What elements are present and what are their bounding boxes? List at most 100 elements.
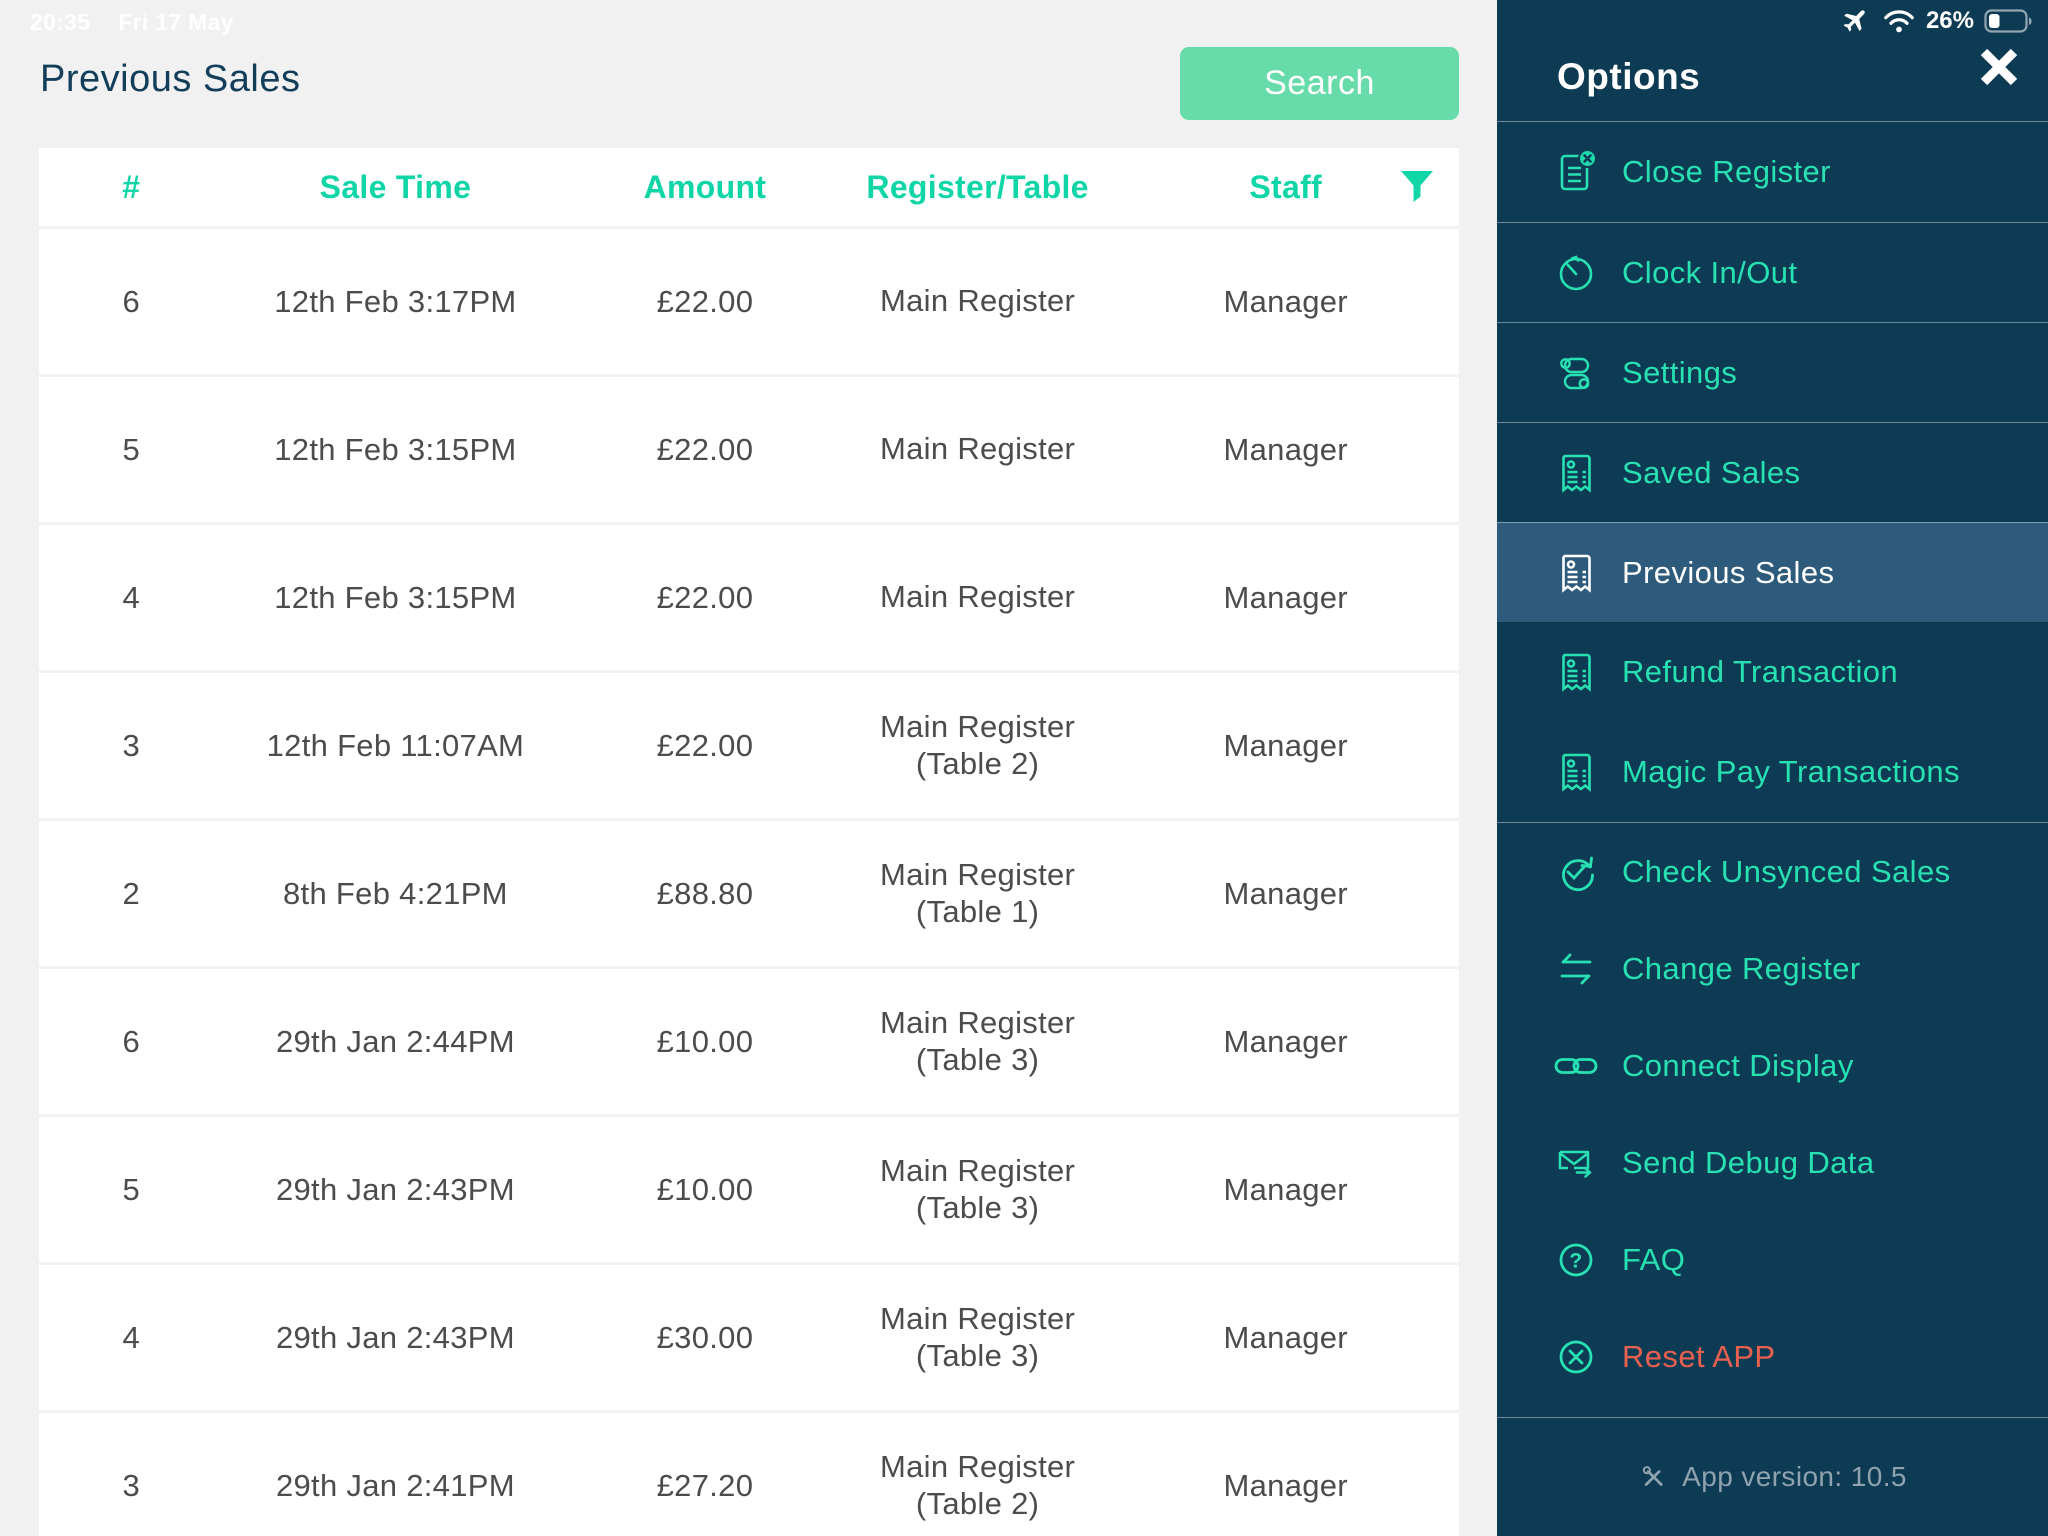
sidebar-item-label: Saved Sales bbox=[1622, 454, 1801, 490]
table-row[interactable]: 4 29th Jan 2:43PM £30.00 Main Register (Tabl… bbox=[39, 1265, 1459, 1410]
tools-icon bbox=[1638, 1462, 1668, 1492]
amount-cell: £22.00 bbox=[656, 579, 754, 615]
sidebar-item-label: Check Unsynced Sales bbox=[1622, 853, 1951, 889]
screen: 20:35 Fri 17 May Previous Sales Search #… bbox=[0, 0, 2048, 1536]
sale-time-cell: 8th Feb 4:21PM bbox=[283, 875, 508, 911]
table-row[interactable]: 3 12th Feb 11:07AM £22.00 Main Register (Tab… bbox=[39, 673, 1459, 818]
sidebar-item-magic-pay-transactions[interactable]: Magic Pay Transactions bbox=[1497, 722, 2048, 822]
sidebar-item-saved-sales[interactable]: Saved Sales bbox=[1497, 422, 2048, 522]
link-icon bbox=[1552, 1044, 1600, 1088]
app-version: App version: 10.5 bbox=[1497, 1417, 2048, 1536]
sidebar-item-refund-transaction[interactable]: Refund Transaction bbox=[1497, 622, 2048, 722]
register-cell: Main Register (Table 2) bbox=[880, 708, 1076, 781]
receipt-icon bbox=[1552, 551, 1600, 595]
staff-cell: Manager bbox=[1223, 727, 1348, 763]
table-row[interactable]: 5 12th Feb 3:15PM £22.00 Main Register Manag… bbox=[39, 377, 1459, 522]
sale-number-cell: 6 bbox=[122, 1023, 141, 1059]
table-row[interactable]: 4 12th Feb 3:15PM £22.00 Main Register Manag… bbox=[39, 525, 1459, 670]
col-register-table: Register/Table bbox=[866, 168, 1089, 205]
sale-time-cell: 12th Feb 3:17PM bbox=[274, 283, 517, 319]
register-cell: Main Register (Table 2) bbox=[880, 1448, 1076, 1521]
close-register-icon bbox=[1552, 149, 1600, 195]
sidebar-menu: Close Register Clock In/Out Settings Sav… bbox=[1497, 122, 2048, 1405]
search-button[interactable]: Search bbox=[1180, 47, 1459, 120]
close-icon[interactable] bbox=[1976, 44, 2022, 90]
table-body: 6 12th Feb 3:17PM £22.00 Main Register Manag… bbox=[39, 229, 1459, 1536]
register-cell: Main Register bbox=[880, 579, 1076, 615]
sidebar-item-faq[interactable]: ? FAQ bbox=[1497, 1211, 2048, 1308]
sale-time-cell: 29th Jan 2:43PM bbox=[275, 1319, 515, 1355]
options-sidebar: 26% Options Close Register Clock In/Out … bbox=[1497, 0, 2048, 1536]
register-cell: Main Register (Table 3) bbox=[880, 1152, 1076, 1225]
app-version-label: App version: 10.5 bbox=[1682, 1461, 1907, 1492]
sidebar-item-label: Connect Display bbox=[1622, 1047, 1854, 1083]
col-sale-number: # bbox=[122, 168, 141, 205]
staff-cell: Manager bbox=[1223, 875, 1348, 911]
sidebar-item-change-register[interactable]: Change Register bbox=[1497, 920, 2048, 1017]
staff-cell: Manager bbox=[1223, 1023, 1348, 1059]
amount-cell: £88.80 bbox=[656, 875, 754, 911]
question-circle-icon: ? bbox=[1552, 1238, 1600, 1282]
sale-number-cell: 5 bbox=[122, 1171, 141, 1207]
status-time: 20:35 bbox=[30, 9, 91, 35]
sale-number-cell: 4 bbox=[122, 1319, 141, 1355]
svg-text:?: ? bbox=[1569, 1249, 1582, 1272]
receipt-icon bbox=[1552, 650, 1600, 694]
sale-number-cell: 5 bbox=[122, 431, 141, 467]
sale-time-cell: 29th Jan 2:41PM bbox=[275, 1467, 515, 1503]
table-row[interactable]: 6 29th Jan 2:44PM £10.00 Main Register (Tabl… bbox=[39, 969, 1459, 1114]
status-bar-left: 20:35 Fri 17 May bbox=[30, 9, 234, 36]
sidebar-title: Options bbox=[1557, 56, 1701, 97]
sidebar-item-close-register[interactable]: Close Register bbox=[1497, 122, 2048, 222]
sale-time-cell: 29th Jan 2:43PM bbox=[275, 1171, 515, 1207]
sale-time-cell: 12th Feb 3:15PM bbox=[274, 431, 517, 467]
amount-cell: £10.00 bbox=[656, 1171, 754, 1207]
sidebar-item-clock-in-out[interactable]: Clock In/Out bbox=[1497, 222, 2048, 322]
staff-cell: Manager bbox=[1223, 283, 1348, 319]
staff-cell: Manager bbox=[1223, 431, 1348, 467]
register-cell: Main Register bbox=[880, 283, 1076, 319]
sidebar-item-label: Settings bbox=[1622, 354, 1738, 390]
page-title: Previous Sales bbox=[40, 58, 301, 100]
staff-cell: Manager bbox=[1223, 1319, 1348, 1355]
sidebar-item-connect-display[interactable]: Connect Display bbox=[1497, 1017, 2048, 1114]
sidebar-item-label: Reset APP bbox=[1622, 1338, 1776, 1374]
sidebar-header: Options bbox=[1497, 0, 2048, 122]
settings-icon bbox=[1552, 351, 1600, 395]
sidebar-item-label: FAQ bbox=[1622, 1241, 1686, 1277]
table-row[interactable]: 5 29th Jan 2:43PM £10.00 Main Register (Tabl… bbox=[39, 1117, 1459, 1262]
amount-cell: £30.00 bbox=[656, 1319, 754, 1355]
sidebar-item-reset-app[interactable]: Reset APP bbox=[1497, 1308, 2048, 1405]
sidebar-item-label: Clock In/Out bbox=[1622, 254, 1798, 290]
sidebar-item-label: Close Register bbox=[1622, 154, 1831, 189]
table-row[interactable]: 6 12th Feb 3:17PM £22.00 Main Register Manag… bbox=[39, 229, 1459, 374]
sidebar-item-settings[interactable]: Settings bbox=[1497, 322, 2048, 422]
receipt-icon bbox=[1552, 750, 1600, 794]
sidebar-item-send-debug-data[interactable]: Send Debug Data bbox=[1497, 1114, 2048, 1211]
clock-icon bbox=[1552, 251, 1600, 295]
col-sale-time: Sale Time bbox=[319, 168, 472, 205]
x-circle-icon bbox=[1552, 1335, 1600, 1379]
sale-number-cell: 3 bbox=[122, 1467, 141, 1503]
sale-number-cell: 3 bbox=[122, 727, 141, 763]
table-row[interactable]: 3 29th Jan 2:41PM £27.20 Main Register (Tabl… bbox=[39, 1413, 1459, 1536]
sidebar-item-previous-sales[interactable]: Previous Sales bbox=[1497, 522, 2048, 622]
amount-cell: £27.20 bbox=[656, 1467, 754, 1503]
filter-icon[interactable] bbox=[1399, 170, 1435, 204]
sidebar-item-label: Change Register bbox=[1622, 950, 1861, 986]
staff-cell: Manager bbox=[1223, 1467, 1348, 1503]
sale-time-cell: 12th Feb 3:15PM bbox=[274, 579, 517, 615]
sale-number-cell: 4 bbox=[122, 579, 141, 615]
sale-time-cell: 29th Jan 2:44PM bbox=[275, 1023, 515, 1059]
amount-cell: £10.00 bbox=[656, 1023, 754, 1059]
register-cell: Main Register (Table 3) bbox=[880, 1300, 1076, 1373]
sidebar-item-check-unsynced-sales[interactable]: Check Unsynced Sales bbox=[1497, 823, 2048, 920]
sidebar-item-label: Refund Transaction bbox=[1622, 654, 1899, 689]
sale-time-cell: 12th Feb 11:07AM bbox=[266, 727, 525, 763]
amount-cell: £22.00 bbox=[656, 431, 754, 467]
staff-cell: Manager bbox=[1223, 1171, 1348, 1207]
sidebar-item-label: Magic Pay Transactions bbox=[1622, 754, 1960, 789]
table-header: # Sale Time Amount Register/Table Staff bbox=[39, 148, 1459, 226]
amount-cell: £22.00 bbox=[656, 727, 754, 763]
table-row[interactable]: 2 8th Feb 4:21PM £88.80 Main Register (Table… bbox=[39, 821, 1459, 966]
